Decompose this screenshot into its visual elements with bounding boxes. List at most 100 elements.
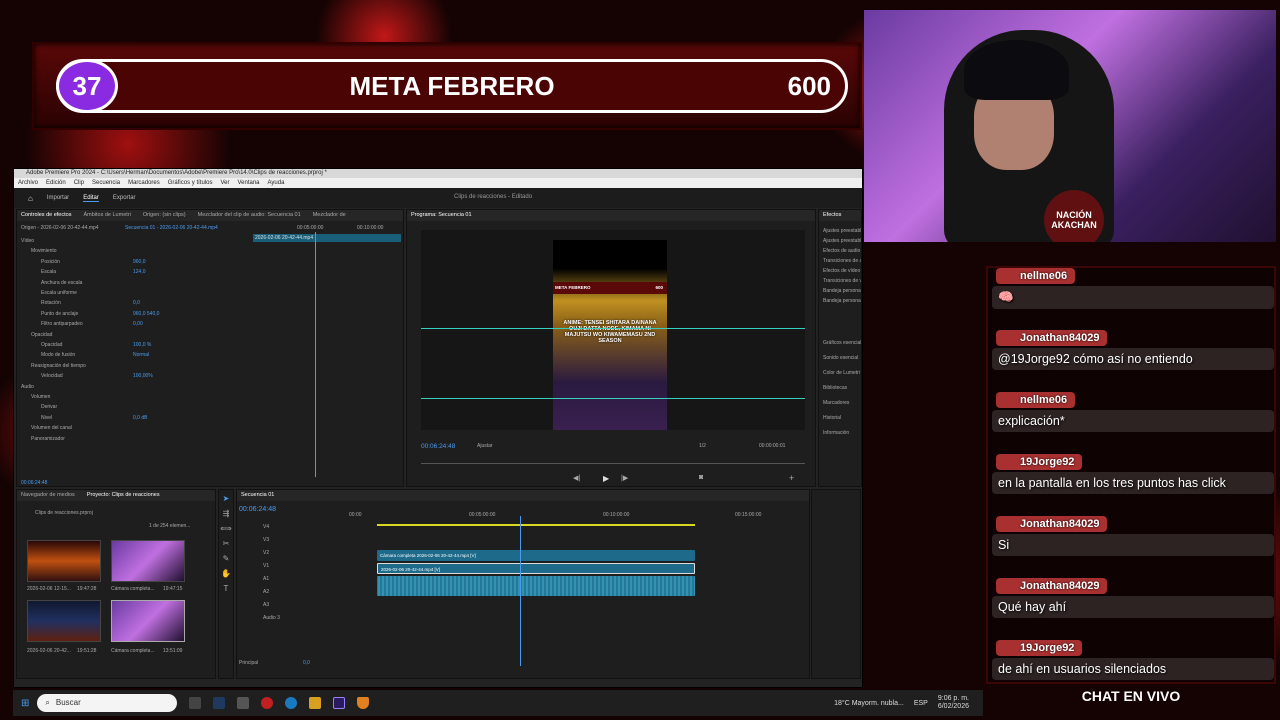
ruler-label: 00:10:00:00 (603, 512, 630, 518)
project-thumb-selected[interactable] (111, 600, 185, 642)
menu-item[interactable]: Edición (46, 178, 66, 188)
windows-start-icon[interactable]: ⊞ (21, 698, 29, 709)
ec-playhead[interactable] (315, 232, 316, 477)
resolution-dropdown[interactable]: 1/2 (699, 443, 706, 449)
effects-folder[interactable]: Efectos de audio (823, 248, 860, 254)
language-indicator[interactable]: ESP (914, 700, 928, 707)
chat-message-text: Si (992, 534, 1274, 556)
menu-item[interactable]: Secuencia (92, 178, 120, 188)
file-explorer-icon[interactable] (309, 697, 322, 709)
menu-item[interactable]: Gráficos y títulos (168, 178, 213, 188)
add-button-icon[interactable]: + (789, 473, 794, 483)
effect-property-value[interactable]: 100,0 % (133, 342, 151, 348)
effects-folder[interactable]: Ajustes preestablecidos de Lumetri (823, 238, 861, 244)
tab-mixer[interactable]: Mezclador de (313, 210, 346, 221)
side-panel-tab[interactable]: Bibliotecas (823, 385, 847, 391)
ripple-edit-icon[interactable]: ⟺ (219, 524, 233, 533)
menu-item[interactable]: Ventana (237, 178, 259, 188)
side-panel-tab[interactable]: Historial (823, 415, 841, 421)
side-panel-tab[interactable]: Marcadores (823, 400, 849, 406)
sequence-label[interactable]: Secuencia 01 - 2026-02-06 20-42-44.mp4 (125, 225, 218, 231)
effect-property-value[interactable]: 0,0 (133, 300, 140, 306)
app-icon[interactable] (261, 697, 274, 709)
effect-property-value[interactable]: Normal (133, 352, 149, 358)
tab-export[interactable]: Exportar (113, 195, 136, 201)
program-scrubber[interactable] (421, 463, 805, 464)
timeline-clip-video-2[interactable]: Cámara completa 2026-02-06 20-42-44.mp4 … (377, 550, 695, 561)
home-icon[interactable]: ⌂ (28, 194, 33, 203)
task-view-icon[interactable] (189, 697, 202, 709)
ec-clip-bar[interactable]: 2026-02-06 20-42-44.mp4 (253, 234, 401, 242)
vlc-icon[interactable] (357, 697, 370, 709)
tab-audio-clip-mixer[interactable]: Mezclador del clip de audio: Secuencia 0… (198, 210, 301, 221)
effect-property-value[interactable]: 960,0 (133, 259, 146, 265)
tab-project[interactable]: Proyecto: Clips de reacciones (87, 490, 160, 501)
track-header[interactable]: V2 (263, 550, 269, 556)
side-panel-tab[interactable]: Sonido esencial (823, 355, 858, 361)
type-tool-icon[interactable]: T (219, 584, 233, 593)
program-canvas[interactable]: META FEBRERO 600 ANIME: TENSEI SHITARA D… (421, 230, 805, 430)
side-panel-tab[interactable]: Gráficos esenciales (823, 340, 861, 346)
project-thumb[interactable] (111, 540, 185, 582)
side-panel-tab[interactable]: Color de Lumetri (823, 370, 860, 376)
effect-property-value[interactable]: 100,00% (133, 373, 153, 379)
master-track-value[interactable]: 0,0 (303, 660, 310, 666)
tab-edit[interactable]: Editar (83, 195, 99, 202)
menu-item[interactable]: Marcadores (128, 178, 160, 188)
app-icon[interactable] (237, 697, 250, 709)
photoshop-icon[interactable] (213, 697, 226, 709)
track-header[interactable]: V3 (263, 537, 269, 543)
workspace-bar: ⌂ Importar Editar Exportar Clips de reac… (14, 188, 862, 208)
timeline-clip-audio[interactable] (377, 576, 695, 596)
track-select-icon[interactable]: ⇶ (219, 509, 233, 518)
hand-icon[interactable]: ✋ (219, 569, 233, 578)
menu-item[interactable]: Archivo (18, 178, 38, 188)
step-back-icon[interactable]: ◀| (573, 474, 580, 482)
work-area-bar[interactable] (377, 524, 695, 526)
track-header[interactable]: A2 (263, 589, 269, 595)
edge-icon[interactable] (285, 697, 298, 709)
project-thumb[interactable] (27, 600, 101, 642)
tab-effect-controls[interactable]: Controles de efectos (21, 210, 71, 221)
tab-import[interactable]: Importar (47, 195, 69, 201)
camera-icon[interactable]: ◙ (699, 474, 703, 481)
effect-property-value[interactable]: 124,0 (133, 269, 146, 275)
tab-lumetri-scopes[interactable]: Ámbitos de Lumetri (83, 210, 130, 221)
track-header[interactable]: V4 (263, 524, 269, 530)
effects-folder[interactable]: Transiciones de audio (823, 258, 861, 264)
track-header[interactable]: A3 (263, 602, 269, 608)
tab-effects[interactable]: Efectos (823, 210, 841, 221)
timeline-playhead[interactable] (520, 516, 521, 666)
tab-media-browser[interactable]: Navegador de medios (21, 490, 75, 501)
menu-item[interactable]: Ayuda (268, 178, 285, 188)
fit-dropdown[interactable]: Ajustar (477, 443, 493, 449)
menu-item[interactable]: Clip (74, 178, 84, 188)
effects-folder[interactable]: Bandeja personalizada 02 (823, 298, 861, 304)
effects-folder[interactable]: Ajustes preestablecidos (823, 228, 861, 234)
tab-program[interactable]: Programa: Secuencia 01 (411, 210, 472, 221)
taskbar-search[interactable]: ⌕ Buscar (37, 694, 178, 712)
timeline-clip-video-1[interactable]: 2026-02-06 20-42-44.mp4 [V] (377, 563, 695, 574)
pen-icon[interactable]: ✎ (219, 554, 233, 563)
effect-property-value[interactable]: 960,0 540,0 (133, 311, 159, 317)
track-header[interactable]: V1 (263, 563, 269, 569)
razor-icon[interactable]: ✂ (219, 539, 233, 548)
selection-tool-icon[interactable]: ➤ (219, 494, 233, 503)
tab-sequence[interactable]: Secuencia 01 (241, 490, 274, 501)
side-panel-tab[interactable]: Información (823, 430, 849, 436)
effect-property-value[interactable]: 0,00 (133, 321, 143, 327)
track-header[interactable]: Audio 3 (263, 615, 280, 621)
tab-source[interactable]: Origen: (sin clips) (143, 210, 186, 221)
project-thumb[interactable] (27, 540, 101, 582)
premiere-icon[interactable] (333, 697, 346, 709)
effects-folder[interactable]: Efectos de vídeo (823, 268, 860, 274)
step-forward-icon[interactable]: |▶ (621, 474, 628, 482)
clock[interactable]: 9:06 p. m. 6/02/2026 (938, 695, 969, 711)
track-header[interactable]: A1 (263, 576, 269, 582)
weather-widget[interactable]: 18°C Mayorm. nubla... (834, 700, 904, 707)
effect-property-value[interactable]: 0,0 dB (133, 415, 147, 421)
effects-folder[interactable]: Bandeja personalizada 01 (823, 288, 861, 294)
play-icon[interactable]: ▶ (603, 474, 609, 483)
effects-folder[interactable]: Transiciones de vídeo (823, 278, 861, 284)
menu-item[interactable]: Ver (220, 178, 229, 188)
